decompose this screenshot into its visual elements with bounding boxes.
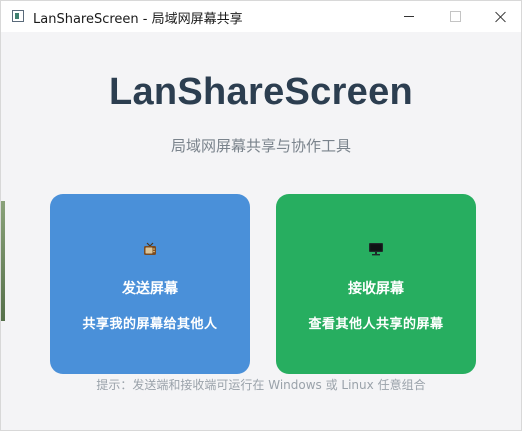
send-screen-button[interactable]: 发送屏幕 共享我的屏幕给其他人: [50, 194, 250, 374]
maximize-icon: [449, 11, 461, 22]
receive-screen-button[interactable]: 接收屏幕 查看其他人共享的屏幕: [276, 194, 476, 374]
send-screen-title: 发送屏幕: [122, 281, 178, 297]
app-title: LanShareScreen: [108, 71, 414, 113]
window-title: LanShareScreen - 局域网屏幕共享: [33, 12, 243, 27]
close-icon: [495, 11, 507, 23]
send-screen-description: 共享我的屏幕给其他人: [82, 317, 218, 332]
background-window-edge: [1, 201, 5, 321]
hint-text: 提示：发送端和接收端可运行在 Windows 或 Linux 任意组合: [96, 378, 426, 392]
maximize-button[interactable]: [432, 1, 478, 32]
app-subtitle: 局域网屏幕共享与协作工具: [170, 137, 351, 155]
monitor-icon: [276, 242, 476, 256]
minimize-button[interactable]: [386, 1, 432, 32]
close-button[interactable]: [478, 1, 522, 32]
receive-screen-description: 查看其他人共享的屏幕: [308, 317, 444, 332]
title-bar[interactable]: LanShareScreen - 局域网屏幕共享: [1, 1, 521, 32]
app-window: LanShareScreen - 局域网屏幕共享 LanShareScreen …: [0, 0, 522, 431]
receive-screen-title: 接收屏幕: [348, 281, 404, 297]
tv-icon: [50, 242, 250, 256]
minimize-icon: [404, 16, 414, 17]
app-icon: [12, 10, 24, 22]
